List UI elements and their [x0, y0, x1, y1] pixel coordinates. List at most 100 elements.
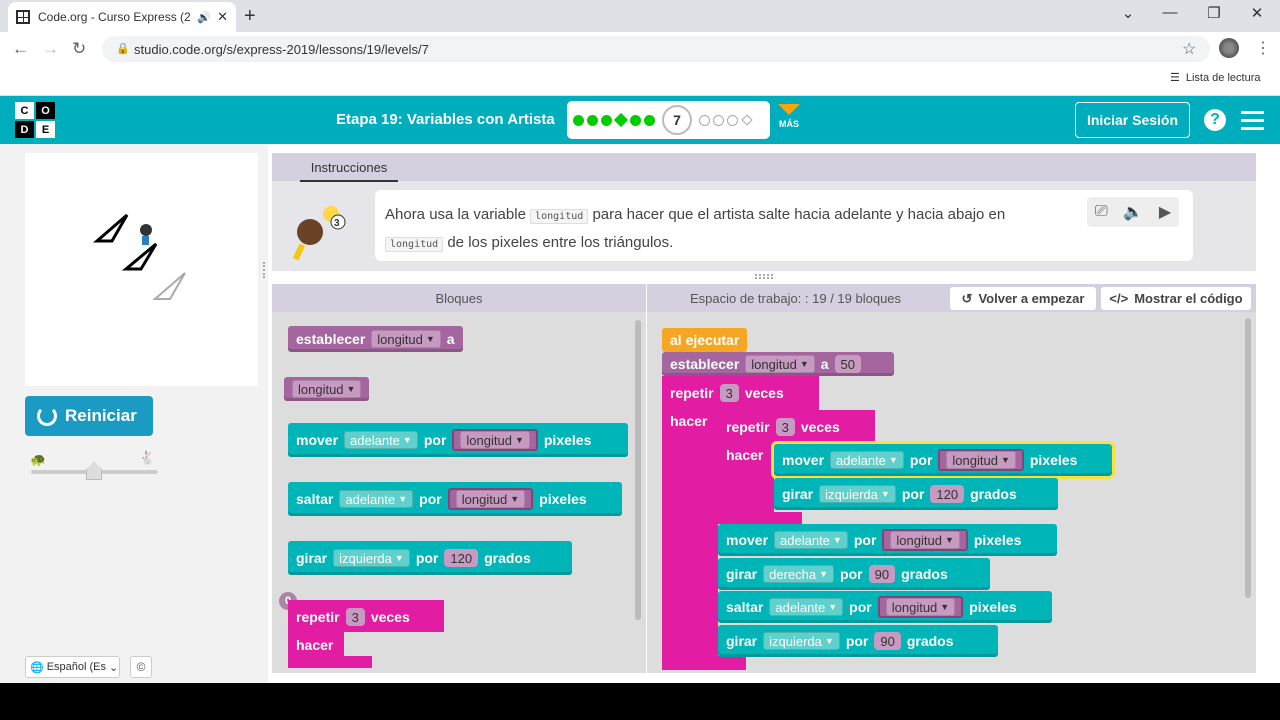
browser-tab[interactable]: Code.org - Curso Express (20 🔊 ✕ [8, 2, 236, 32]
level-dot-complete[interactable] [644, 114, 655, 126]
number-input[interactable]: 3 [775, 418, 795, 436]
number-input[interactable]: 50 [834, 355, 862, 373]
reading-list-button[interactable]: ☰ Lista de lectura [1170, 71, 1260, 85]
restore-icon[interactable]: ❐ [1194, 4, 1234, 22]
more-button[interactable]: MÁS [776, 104, 802, 129]
number-input[interactable]: 90 [868, 565, 896, 583]
artist-sprite-body [142, 236, 149, 245]
direction-dropdown[interactable]: derecha ▼ [763, 565, 835, 583]
variable-input[interactable]: longitud ▼ [447, 488, 534, 510]
level-dot-empty[interactable] [713, 114, 724, 126]
speech-settings-icon[interactable]: ⎚ [1095, 203, 1108, 221]
dropdown-arrow-icon: ▼ [514, 435, 524, 445]
speaker-icon[interactable]: 🔊 [197, 11, 211, 24]
direction-dropdown[interactable]: adelante ▼ [344, 431, 418, 449]
direction-dropdown[interactable]: adelante ▼ [339, 490, 414, 508]
dropdown-arrow-icon: ▼ [819, 569, 829, 579]
back-icon[interactable]: ← [12, 39, 29, 59]
when-run-block[interactable]: al ejecutar [662, 328, 748, 352]
toolbox-turn-block[interactable]: girar izquierda ▼ por 120 grados [288, 541, 572, 575]
stage-title[interactable]: Etapa 19: Variables con Artista [336, 111, 555, 128]
restart-button[interactable]: ↺ Volver a empezar [950, 287, 1096, 310]
code-variable: longitud [385, 237, 444, 252]
block-label: girar [726, 566, 758, 582]
close-window-icon[interactable]: ✕ [1237, 4, 1277, 22]
direction-dropdown[interactable]: izquierda ▼ [819, 485, 896, 503]
variable-dropdown[interactable]: longitud ▼ [460, 431, 530, 449]
play-icon[interactable]: ▶ [1159, 202, 1171, 222]
language-select[interactable]: 🌐 Español (Es ⌄ [25, 656, 120, 678]
toolbox-set-variable-block[interactable]: establecer longitud ▼ a [288, 326, 463, 352]
workspace-turn-block[interactable]: girar izquierda ▼ por 90 grados [718, 625, 998, 657]
block-label: por [909, 452, 933, 468]
bookmark-star-icon[interactable]: ☆ [1182, 39, 1196, 59]
new-tab-icon[interactable]: + [244, 5, 256, 28]
variable-dropdown[interactable]: longitud ▼ [455, 490, 526, 508]
tab-instructions[interactable]: Instrucciones [300, 158, 398, 182]
address-bar[interactable]: studio.code.org/s/express-2019/lessons/1… [102, 36, 1210, 62]
variable-input[interactable]: longitud ▼ [938, 449, 1024, 471]
number-input[interactable]: 3 [719, 384, 739, 402]
codeorg-logo[interactable]: C O D E [15, 102, 55, 138]
workspace-scrollbar[interactable] [1245, 318, 1251, 598]
lock-icon[interactable]: 🔒 [116, 42, 130, 55]
set-variable-block[interactable]: establecer longitud ▼ a 50 [662, 352, 894, 376]
variable-dropdown[interactable]: longitud ▼ [371, 330, 441, 348]
profile-avatar[interactable] [1219, 38, 1239, 58]
reset-button[interactable]: Reiniciar [25, 396, 153, 436]
workspace-move-block[interactable]: mover adelante ▼ por longitud ▼ pixeles [718, 524, 1057, 556]
variable-input[interactable]: longitud ▼ [882, 529, 968, 551]
variable-dropdown[interactable]: longitud ▼ [292, 380, 362, 398]
workspace-turn-block[interactable]: girar derecha ▼ por 90 grados [718, 558, 990, 590]
avatar-drawing: 3 [292, 206, 346, 261]
logo-letter: C [15, 102, 34, 119]
direction-dropdown[interactable]: adelante ▼ [830, 451, 904, 469]
workspace-turn-block[interactable]: girar izquierda ▼ por 120 grados [774, 478, 1058, 510]
level-diamond-complete[interactable] [613, 112, 629, 128]
direction-dropdown[interactable]: adelante ▼ [769, 598, 844, 616]
direction-dropdown[interactable]: izquierda ▼ [763, 632, 840, 650]
variable-dropdown[interactable]: longitud ▼ [946, 451, 1016, 469]
block-label: repetir [726, 419, 770, 435]
help-icon[interactable]: ? [1204, 109, 1226, 131]
hamburger-menu-icon[interactable] [1241, 111, 1264, 135]
current-level[interactable]: 7 [662, 105, 692, 135]
level-dot-complete[interactable] [573, 114, 584, 126]
level-dot-empty[interactable] [699, 114, 710, 126]
toolbox-scrollbar[interactable] [635, 320, 641, 620]
level-dot-complete[interactable] [630, 114, 641, 126]
variable-dropdown[interactable]: longitud ▼ [885, 598, 956, 616]
direction-dropdown[interactable]: izquierda ▼ [333, 549, 410, 567]
number-input[interactable]: 120 [444, 549, 479, 567]
close-tab-icon[interactable]: ✕ [217, 9, 228, 25]
workspace-move-block[interactable]: mover adelante ▼ por longitud ▼ pixeles [771, 441, 1115, 479]
number-input[interactable]: 120 [930, 485, 965, 503]
level-dot-empty[interactable] [727, 114, 738, 126]
variable-dropdown[interactable]: longitud ▼ [890, 531, 960, 549]
panel-resize-handle[interactable] [263, 262, 267, 278]
level-diamond-empty[interactable] [741, 114, 753, 126]
instructions-resize-handle[interactable] [755, 274, 773, 279]
toolbox-variable-getter[interactable]: longitud ▼ [284, 377, 370, 401]
copyright-button[interactable]: © [130, 656, 152, 678]
volume-icon[interactable]: 🔈 [1123, 202, 1143, 222]
toolbox-jump-block[interactable]: saltar adelante ▼ por longitud ▼ pixeles [288, 482, 622, 516]
level-dot-complete[interactable] [587, 114, 598, 126]
minimize-icon[interactable]: — [1150, 4, 1190, 21]
workspace-jump-block[interactable]: saltar adelante ▼ por longitud ▼ pixeles [718, 591, 1052, 623]
level-dot-complete[interactable] [601, 114, 612, 126]
toolbox-move-block[interactable]: mover adelante ▼ por longitud ▼ pixeles [288, 423, 628, 457]
variable-input[interactable]: longitud ▼ [452, 429, 538, 451]
number-input[interactable]: 90 [874, 632, 901, 650]
number-input[interactable]: 3 [345, 608, 365, 626]
direction-dropdown[interactable]: adelante ▼ [774, 531, 848, 549]
tab-search-icon[interactable]: ⌄ [1108, 4, 1148, 22]
reload-icon[interactable]: ↻ [72, 39, 86, 59]
forward-icon[interactable]: → [42, 39, 59, 59]
variable-dropdown[interactable]: longitud ▼ [745, 355, 815, 373]
browser-menu-icon[interactable]: ⋮ [1255, 38, 1271, 58]
inner-repeat-header: repetir 3 veces [718, 412, 848, 442]
show-code-button[interactable]: </> Mostrar el código [1101, 287, 1251, 310]
variable-input[interactable]: longitud ▼ [877, 596, 964, 618]
sign-in-button[interactable]: Iniciar Sesión [1075, 102, 1190, 138]
